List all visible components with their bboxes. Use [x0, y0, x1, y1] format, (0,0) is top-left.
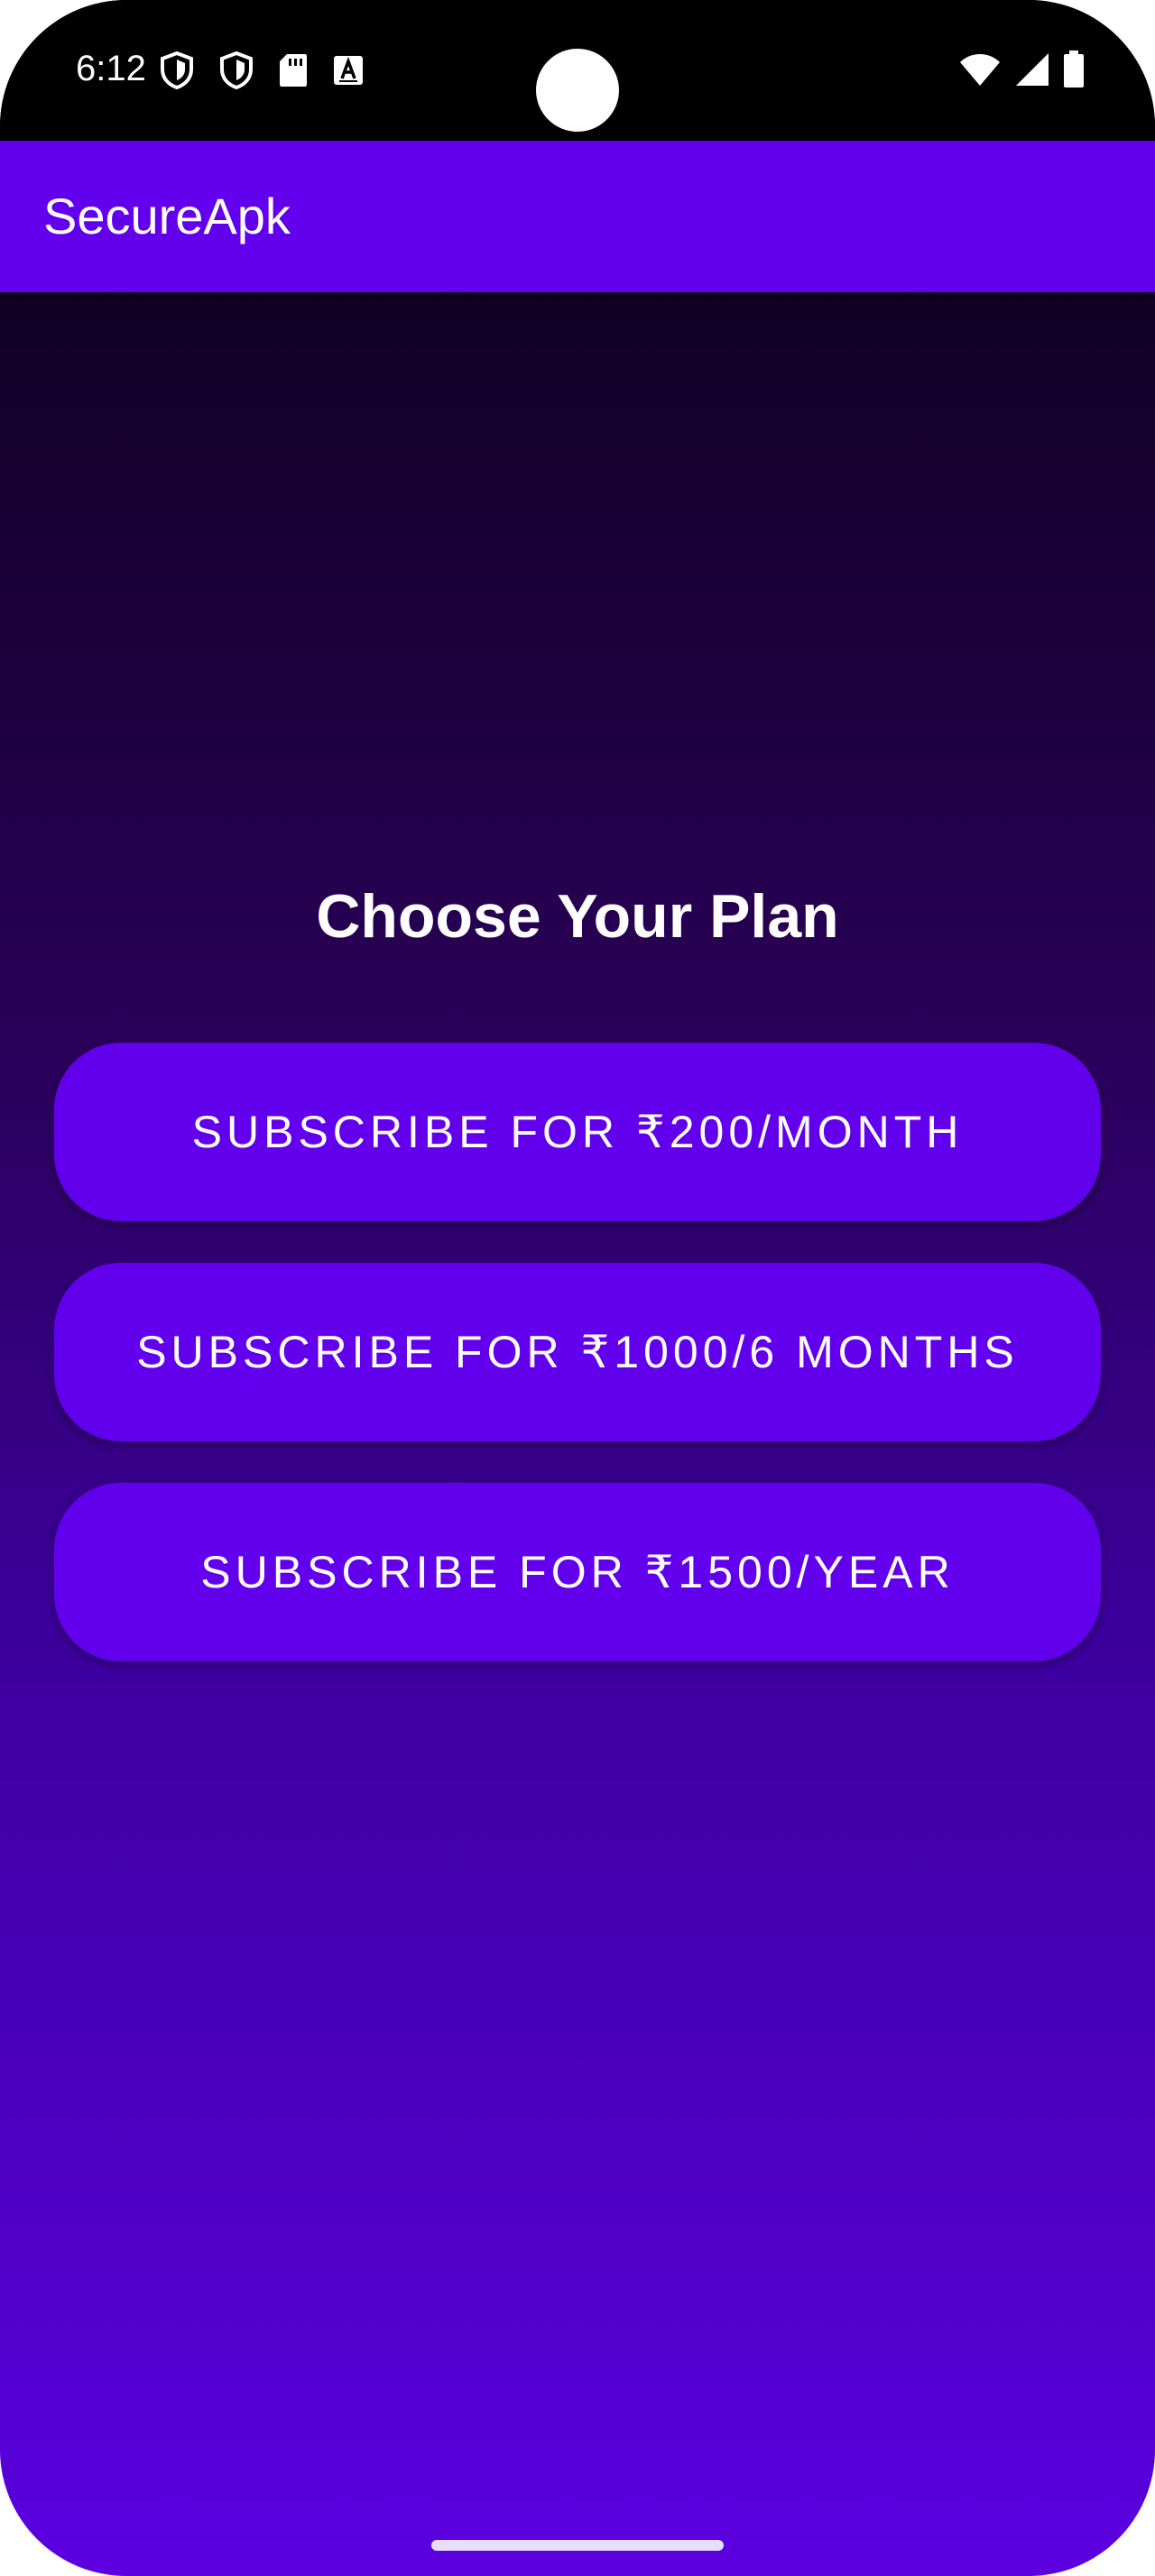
subscribe-six-months-button[interactable]: SUBSCRIBE FOR ₹1000/6 MONTHS: [54, 1263, 1101, 1441]
signal-icon: [1014, 51, 1050, 92]
battery-icon: [1063, 51, 1085, 93]
camera-cutout: [536, 49, 619, 132]
status-left-icons: [159, 51, 365, 90]
shield-icon: [218, 51, 254, 90]
subscribe-yearly-button[interactable]: SUBSCRIBE FOR ₹1500/YEAR: [54, 1483, 1101, 1661]
status-time: 6:12: [76, 49, 146, 88]
status-right-icons: [958, 51, 1085, 93]
subscribe-monthly-button[interactable]: SUBSCRIBE FOR ₹200/MONTH: [54, 1043, 1101, 1221]
app-title: SecureApk: [43, 188, 291, 244]
wifi-icon: [958, 51, 1002, 92]
app-bar: SecureApk: [0, 141, 1155, 292]
status-bar: 6:12: [0, 0, 1155, 141]
plan-heading: Choose Your Plan: [316, 882, 839, 951]
sd-card-icon: [278, 52, 309, 88]
keyboard-a-icon: [332, 54, 365, 87]
device-screen: 6:12 SecureApk Choose Your Plan SUBSCRIB…: [0, 0, 1155, 2576]
home-indicator[interactable]: [431, 2540, 724, 2551]
shield-icon: [159, 51, 195, 90]
